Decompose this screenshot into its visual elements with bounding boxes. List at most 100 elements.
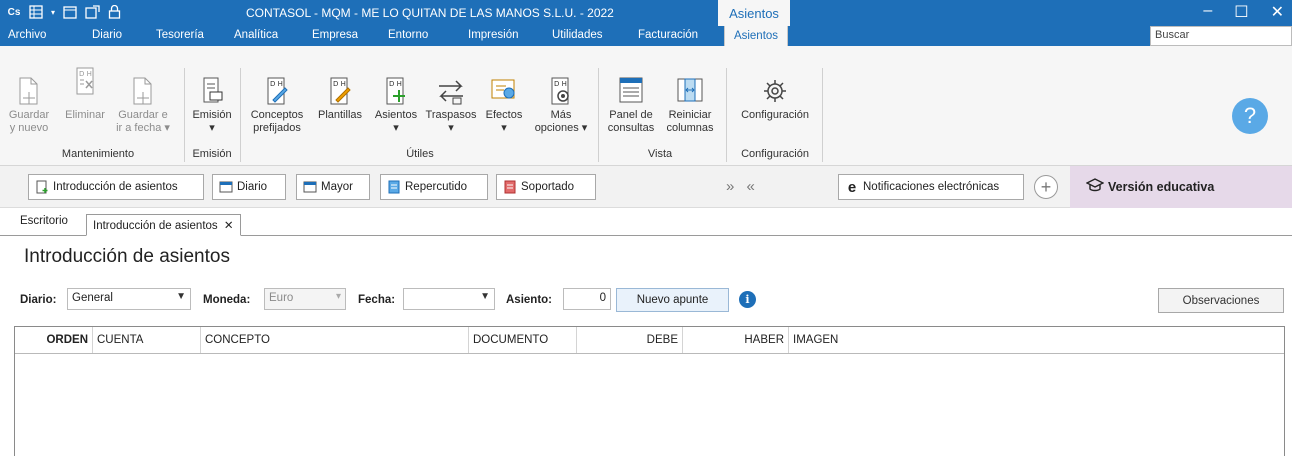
menu-bar: Archivo Diario Tesorería Analítica Empre… [0, 26, 1292, 46]
dropdown-icon[interactable]: ▾ [50, 4, 56, 20]
svg-text:D H: D H [79, 70, 92, 78]
traspasos-button[interactable]: Traspasos ▾ [424, 76, 478, 135]
introduccion-label: Introducción de asientos [53, 181, 178, 193]
diario-select[interactable]: General ▼ [67, 288, 191, 310]
column-imagen[interactable]: IMAGEN [789, 327, 1284, 353]
traspasos-label: Traspasos [425, 109, 477, 121]
help-icon[interactable]: ? [1232, 98, 1268, 134]
tab-introduccion-asientos[interactable]: Introducción de asientos ✕ [86, 214, 241, 236]
lock-icon[interactable] [106, 4, 122, 20]
repercutido-label: Repercutido [405, 181, 468, 193]
menu-facturacion[interactable]: Facturación [638, 29, 698, 41]
mas-line2: opciones ▾ [534, 122, 588, 134]
export-icon[interactable] [84, 4, 100, 20]
open-folder-icon[interactable] [62, 4, 78, 20]
moneda-select-value: Euro [269, 292, 294, 304]
nuevo-apunte-button[interactable]: Nuevo apunte [616, 288, 729, 312]
emision-button[interactable]: Emisión ▾ [186, 76, 238, 135]
configuracion-button[interactable]: Configuración [730, 76, 820, 122]
group-label-mantenimiento: Mantenimiento [61, 148, 135, 160]
moneda-select[interactable]: Euro ▾ [264, 288, 346, 310]
columns-icon [676, 76, 704, 106]
group-label-emision: Emisión [192, 148, 232, 160]
notificaciones-label: Notificaciones electrónicas [863, 181, 1000, 193]
reiniciar-columnas-button[interactable]: Reiniciar columnas [662, 76, 718, 135]
conceptos-prefijados-button[interactable]: D H Conceptos prefijados [244, 76, 310, 135]
menu-analitica[interactable]: Analítica [234, 29, 278, 41]
mayor-button[interactable]: Mayor [296, 174, 370, 200]
graduation-cap-icon [1085, 178, 1105, 197]
group-separator [240, 68, 241, 162]
scroll-arrows-icon[interactable]: » « [726, 178, 759, 195]
menu-empresa[interactable]: Empresa [312, 29, 358, 41]
version-educativa-label: Versión educativa [1108, 180, 1215, 194]
guardar-nuevo-line2: y nuevo [9, 122, 49, 134]
mas-line1: Más [550, 109, 572, 121]
column-cuenta[interactable]: CUENTA [93, 327, 201, 353]
soportado-button[interactable]: Soportado [496, 174, 596, 200]
eliminar-button[interactable]: D H Eliminar [60, 66, 110, 122]
menu-entorno[interactable]: Entorno [388, 29, 428, 41]
column-concepto[interactable]: CONCEPTO [201, 327, 469, 353]
emision-label: Emisión [192, 109, 232, 121]
column-debe[interactable]: DEBE [577, 327, 683, 353]
effects-icon [490, 76, 518, 106]
menu-tesoreria[interactable]: Tesorería [156, 29, 204, 41]
minimize-icon[interactable]: – [1203, 2, 1212, 22]
conceptos-line1: Conceptos [250, 109, 304, 121]
panel-line1: Panel de [609, 109, 653, 121]
search-input[interactable]: Buscar [1150, 26, 1292, 46]
guardar-ir-fecha-button[interactable]: Guardar e ir a fecha ▾ [112, 76, 174, 135]
grid-header: ORDEN CUENTA CONCEPTO DOCUMENTO DEBE HAB… [15, 327, 1284, 354]
info-icon[interactable]: i [739, 291, 756, 308]
column-documento[interactable]: DOCUMENTO [469, 327, 577, 353]
asiento-input[interactable]: 0 [563, 288, 611, 310]
close-tab-icon[interactable]: ✕ [224, 220, 234, 232]
chevron-down-icon: ▾ [335, 291, 341, 302]
transfer-icon [437, 76, 465, 106]
group-label-configuracion: Configuración [741, 148, 809, 160]
fecha-select[interactable]: ▼ [403, 288, 495, 310]
guardar-ir-line1: Guardar e [118, 109, 168, 121]
menu-archivo[interactable]: Archivo [8, 29, 46, 41]
tab-introduccion-label: Introducción de asientos [93, 220, 218, 232]
fecha-field-label: Fecha: [358, 294, 396, 306]
reiniciar-line1: Reiniciar [668, 109, 712, 121]
notificaciones-button[interactable]: e Notificaciones electrónicas [838, 174, 1024, 200]
menu-utilidades[interactable]: Utilidades [552, 29, 603, 41]
repercutido-button[interactable]: Repercutido [380, 174, 488, 200]
panel-line2: consultas [607, 122, 655, 134]
context-tab-asientos[interactable]: Asientos [718, 0, 790, 26]
delete-entry-icon: D H [71, 66, 99, 96]
svg-text:D H: D H [389, 80, 402, 88]
add-shortcut-icon[interactable]: + [1034, 175, 1058, 199]
close-icon[interactable]: ✕ [1271, 2, 1284, 22]
introduccion-asientos-button[interactable]: Introducción de asientos [28, 174, 204, 200]
column-orden[interactable]: ORDEN [15, 327, 93, 353]
group-separator [822, 68, 823, 162]
asientos-button[interactable]: D H Asientos ▾ [370, 76, 422, 135]
plantillas-button[interactable]: D H Plantillas [312, 76, 368, 122]
menu-asientos[interactable]: Asientos [724, 26, 788, 46]
efectos-button[interactable]: Efectos ▾ [478, 76, 530, 135]
guardar-y-nuevo-button[interactable]: Guardar y nuevo [2, 76, 56, 135]
diario-button[interactable]: Diario [212, 174, 286, 200]
observaciones-button[interactable]: Observaciones [1158, 288, 1284, 313]
panel-consultas-button[interactable]: Panel de consultas [602, 76, 660, 135]
red-document-icon [503, 180, 517, 194]
mas-opciones-button[interactable]: D H Más opciones ▾ [530, 76, 592, 135]
grid-menu-icon[interactable] [28, 4, 44, 20]
tab-escritorio[interactable]: Escritorio [20, 215, 68, 227]
column-haber[interactable]: HABER [683, 327, 789, 353]
add-entry-icon: D H [382, 76, 410, 106]
menu-diario[interactable]: Diario [92, 29, 122, 41]
svg-text:D H: D H [554, 80, 567, 88]
menu-impresion[interactable]: Impresión [468, 29, 519, 41]
chevron-down-icon: ▼ [480, 291, 490, 302]
dropdown-icon: ▾ [501, 122, 507, 134]
print-icon [198, 76, 226, 106]
maximize-icon[interactable]: ☐ [1234, 2, 1248, 22]
reiniciar-line2: columnas [666, 122, 714, 134]
document-tabs: Escritorio Introducción de asientos ✕ [0, 208, 1292, 236]
dropdown-icon: ▾ [393, 122, 399, 134]
